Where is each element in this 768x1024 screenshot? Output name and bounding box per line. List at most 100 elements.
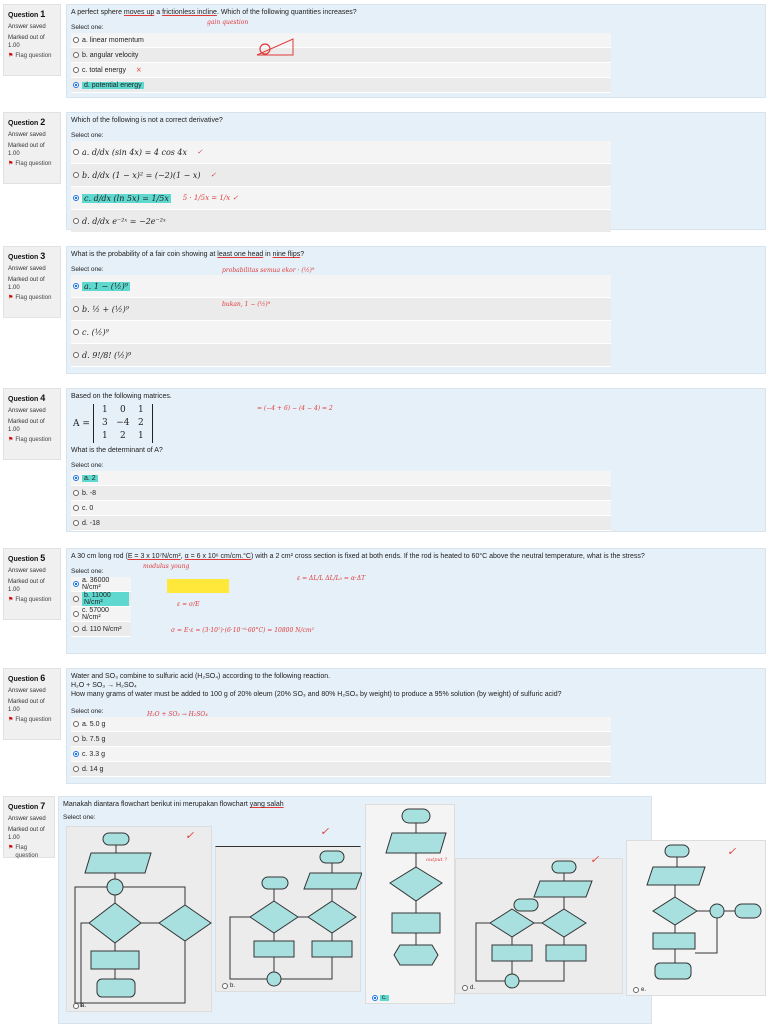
question-number: Question 7 <box>8 801 46 811</box>
radio-d[interactable] <box>73 352 79 358</box>
option-c[interactable]: c. 57000 N/cm² <box>71 607 131 622</box>
select-one-label: Select one: <box>71 462 104 469</box>
flag-question-link[interactable]: ⚑ Flag question <box>8 52 56 60</box>
radio-a[interactable] <box>73 37 79 43</box>
option-d[interactable]: d. d/dx e⁻²ˣ = −2e⁻²ˣ <box>71 210 611 233</box>
option-d[interactable]: d. potential energy <box>71 78 611 93</box>
flowchart-d-diagram <box>475 860 593 989</box>
option-e-label[interactable]: e. <box>633 987 646 993</box>
marks: Marked out of 1.00 <box>8 34 45 49</box>
option-d-label[interactable]: d. <box>462 985 475 991</box>
handwritten-note: ε = ΔL/L ΔL/L₀ = α·ΔT <box>297 575 366 582</box>
question-info: Question 4 Answer saved Marked out of 1.0… <box>3 388 61 460</box>
question-subtext: What is the determinant of A? <box>71 447 163 454</box>
status: Answer saved <box>8 266 46 273</box>
option-b[interactable]: b. 11000 N/cm² <box>71 592 131 607</box>
flowchart-option-e[interactable]: e. ✓ <box>626 840 766 996</box>
option-b[interactable]: b. -8 <box>71 486 611 501</box>
option-b[interactable]: b. 7.5 g <box>71 732 611 747</box>
option-b[interactable]: b. angular velocity <box>71 48 611 63</box>
option-b[interactable]: b. ½ + (½)⁹ <box>71 298 611 321</box>
flag-question-link[interactable]: ⚑ Flag question <box>8 596 56 604</box>
radio-d[interactable] <box>73 218 79 224</box>
flag-icon: ⚑ <box>8 716 14 723</box>
handwritten-note: H₂O + SO₃ → H₂SO₄ <box>147 711 208 718</box>
flag-question-link[interactable]: ⚑ Flag question <box>8 844 50 860</box>
radio-a[interactable] <box>73 149 79 155</box>
select-one-label: Select one: <box>63 814 96 821</box>
status: Answer saved <box>8 24 46 31</box>
option-c[interactable]: c. (½)⁹ <box>71 321 611 344</box>
radio-b[interactable] <box>222 983 228 989</box>
option-a[interactable]: a. linear momentum <box>71 33 611 48</box>
question-number: Question 3 <box>8 251 46 261</box>
option-a[interactable]: a. 2 <box>71 471 611 486</box>
marks: Marked out of 1.00 <box>8 698 45 713</box>
question-info: Question 2 Answer saved Marked out of 1.0… <box>3 112 61 184</box>
question-text: A perfect sphere moves up a frictionless… <box>71 9 357 16</box>
option-b[interactable]: b. d/dx (1 − x)² = (−2)(1 − x) ✓ <box>71 164 611 187</box>
radio-c[interactable] <box>73 751 79 757</box>
radio-c[interactable] <box>73 67 79 73</box>
radio-c[interactable] <box>73 505 79 511</box>
radio-c[interactable] <box>73 611 79 617</box>
option-d[interactable]: d. 9!/8! (½)⁹ <box>71 344 611 367</box>
question-info: Question 1 Answer saved Marked out of 1.0… <box>3 4 61 76</box>
option-c[interactable]: c. total energy × <box>71 63 611 78</box>
check-mark: ✓ <box>210 171 217 179</box>
radio-c[interactable] <box>73 329 79 335</box>
flag-question-link[interactable]: ⚑ Flag question <box>8 436 56 444</box>
radio-b[interactable] <box>73 52 79 58</box>
radio-d[interactable] <box>73 520 79 526</box>
flowchart-e-diagram <box>646 844 762 980</box>
radio-d[interactable] <box>73 626 79 632</box>
flag-question-link[interactable]: ⚑ Flag question <box>8 160 56 168</box>
option-a-label[interactable]: a. <box>73 1003 86 1009</box>
option-d[interactable]: d. 110 N/cm² <box>71 622 131 637</box>
option-a[interactable]: a. d/dx (sin 4x) = 4 cos 4x ✓ <box>71 141 611 164</box>
flowchart-option-c[interactable]: c. output ? <box>365 804 455 1004</box>
flag-question-link[interactable]: ⚑ Flag question <box>8 294 56 302</box>
radio-b[interactable] <box>73 596 79 602</box>
option-c[interactable]: c. 0 <box>71 501 611 516</box>
handwritten-note: probabilitas semua ekor · (½)⁹ <box>222 267 315 274</box>
select-one-label: Select one: <box>71 24 104 31</box>
option-a[interactable]: a. 5.0 g <box>71 717 611 732</box>
check-mark: ✓ <box>320 825 330 838</box>
option-d[interactable]: d. -18 <box>71 516 611 531</box>
radio-d[interactable] <box>73 82 79 88</box>
radio-c[interactable] <box>372 995 378 1001</box>
radio-b[interactable] <box>73 306 79 312</box>
question-text: Based on the following matrices. <box>71 393 172 400</box>
radio-e[interactable] <box>633 987 639 993</box>
radio-a[interactable] <box>73 475 79 481</box>
matrix-a: A = 101 3 −4 2 121 <box>73 404 153 443</box>
flowchart-option-b[interactable]: b. ✓ <box>215 825 362 992</box>
option-d[interactable]: d. 14 g <box>71 762 611 777</box>
option-b-label[interactable]: b. <box>222 983 235 989</box>
option-a[interactable]: a. 1 − (½)⁹ <box>71 275 611 298</box>
radio-d[interactable] <box>73 766 79 772</box>
flowchart-option-a[interactable]: a. ✓ <box>66 826 212 1012</box>
radio-a[interactable] <box>73 1003 79 1009</box>
radio-a[interactable] <box>73 283 79 289</box>
question-info: Question 7 Answer saved Marked out of 1.0… <box>3 796 55 860</box>
radio-a[interactable] <box>73 581 79 587</box>
radio-b[interactable] <box>73 172 79 178</box>
option-a[interactable]: a. 36000 N/cm² <box>71 577 131 592</box>
handwritten-note: ε = σ/E <box>177 601 200 608</box>
radio-b[interactable] <box>73 490 79 496</box>
flag-icon: ⚑ <box>8 596 14 603</box>
radio-c[interactable] <box>73 195 79 201</box>
radio-d[interactable] <box>462 985 468 991</box>
flowchart-option-d[interactable]: d. ✓ <box>455 853 623 994</box>
radio-a[interactable] <box>73 721 79 727</box>
question-text: A 30 cm long rod (E = 3 x 10⁷N/cm², α = … <box>71 553 645 560</box>
flag-question-link[interactable]: ⚑ Flag question <box>8 716 56 724</box>
question-number: Question 5 <box>8 553 46 563</box>
option-c-label[interactable]: c. <box>372 995 389 1001</box>
radio-b[interactable] <box>73 736 79 742</box>
question-text: What is the probability of a fair coin s… <box>71 251 305 258</box>
option-c[interactable]: c. d/dx (ln 5x) = 1/5x 5 · 1/5x = 1/x ✓ <box>71 187 611 210</box>
option-c[interactable]: c. 3.3 g <box>71 747 611 762</box>
